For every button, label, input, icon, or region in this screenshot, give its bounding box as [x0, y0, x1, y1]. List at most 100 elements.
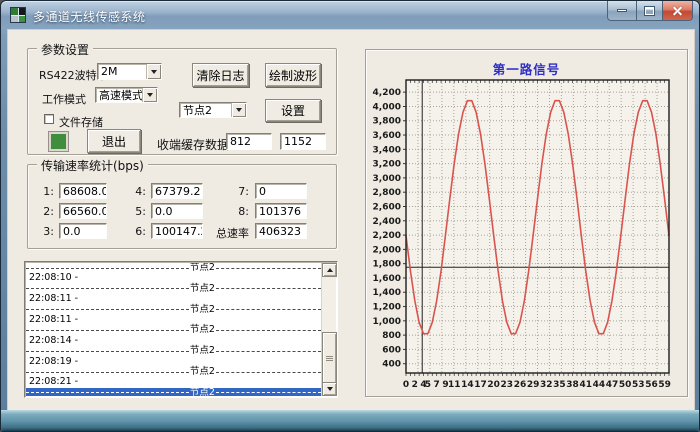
svg-text:2,600: 2,600: [373, 202, 401, 212]
dash-line: [216, 392, 321, 393]
svg-text:38: 38: [566, 380, 579, 390]
work-mode-value: 高速模式: [96, 87, 142, 103]
work-mode-combo-arrow-icon[interactable]: [142, 88, 157, 102]
baud-combo-arrow-icon[interactable]: [146, 64, 161, 79]
svg-text:35: 35: [553, 380, 566, 390]
svg-text:400: 400: [382, 360, 401, 370]
svg-text:1,600: 1,600: [373, 274, 401, 284]
log-row[interactable]: 22:08:11 -: [26, 294, 321, 304]
app-icon-square: [11, 8, 18, 15]
params-group: 参数设置 RS422波特率 2M 清除日志 绘制波形 工作模式 高速模式 节点2…: [27, 48, 337, 155]
log-node-label: 节点2: [189, 325, 216, 335]
minimize-button[interactable]: [607, 1, 637, 21]
rates-group: 传输速率统计(bps) 1:68608.02:66560.03:0.04:673…: [27, 164, 337, 249]
svg-text:56: 56: [645, 380, 658, 390]
log-row[interactable]: 22:08:19 -: [26, 357, 321, 367]
chevron-down-icon: [151, 70, 157, 74]
rates-group-title: 传输速率统计(bps): [37, 157, 148, 174]
minimize-icon: [617, 9, 627, 12]
svg-text:41: 41: [579, 380, 592, 390]
svg-text:50: 50: [619, 380, 632, 390]
svg-text:1,000: 1,000: [373, 317, 401, 327]
buffer-input-1[interactable]: 812: [226, 133, 272, 150]
log-row[interactable]: 22:08:21 -: [26, 377, 321, 387]
scrollbar-thumb[interactable]: [322, 332, 337, 384]
log-node-label: 节点2: [189, 367, 216, 377]
rate-field[interactable]: 68608.0: [59, 183, 107, 199]
rate-label: 7:: [186, 185, 249, 198]
scroll-down-button[interactable]: [322, 382, 337, 396]
rate-field[interactable]: 101376: [255, 203, 307, 219]
dash-line: [216, 288, 321, 289]
rate-field[interactable]: 0: [255, 183, 307, 199]
dash-line: [216, 372, 321, 373]
svg-text:4,200: 4,200: [373, 88, 401, 98]
maximize-icon: [645, 7, 654, 15]
app-icon-square: [19, 8, 26, 15]
app-window: 多通道无线传感系统 参数设置 RS422波特率 2M 清除日志 绘制波形 工作模…: [0, 0, 700, 432]
rate-field[interactable]: 0.0: [59, 223, 107, 239]
rate-field[interactable]: 406323: [255, 223, 307, 239]
svg-text:1,400: 1,400: [373, 288, 401, 298]
file-storage-checkbox[interactable]: [44, 114, 54, 124]
rate-label: 总速率: [186, 225, 249, 241]
node-combobox[interactable]: 节点2: [179, 102, 247, 118]
work-mode-label: 工作模式: [42, 91, 86, 107]
app-icon-square: [11, 16, 18, 23]
svg-text:1,200: 1,200: [373, 303, 401, 313]
chevron-down-icon: [236, 108, 242, 112]
dash-line: [26, 392, 189, 393]
svg-text:800: 800: [382, 331, 401, 341]
svg-text:32: 32: [540, 380, 553, 390]
dash-line: [216, 330, 321, 331]
svg-text:2,400: 2,400: [373, 217, 401, 227]
log-scrollbar[interactable]: [321, 263, 336, 396]
clear-log-button[interactable]: 清除日志: [192, 63, 249, 87]
client-area: 参数设置 RS422波特率 2M 清除日志 绘制波形 工作模式 高速模式 节点2…: [7, 29, 695, 412]
svg-text:14: 14: [461, 380, 474, 390]
exit-button[interactable]: 退出: [87, 129, 141, 153]
svg-text:2,000: 2,000: [373, 245, 401, 255]
log-node-label: 节点2: [189, 263, 216, 273]
baud-value: 2M: [98, 65, 146, 78]
titlebar[interactable]: 多通道无线传感系统: [1, 1, 699, 29]
log-row[interactable]: 22:08:14 -: [26, 336, 321, 346]
scroll-up-button[interactable]: [322, 263, 337, 277]
close-button[interactable]: [662, 1, 693, 21]
draw-wave-button[interactable]: 绘制波形: [265, 63, 321, 87]
buffer-input-2[interactable]: 1152: [280, 133, 326, 150]
maximize-button[interactable]: [637, 1, 662, 21]
rate-field[interactable]: 66560.0: [59, 203, 107, 219]
rate-label: 2:: [28, 205, 54, 218]
svg-text:5: 5: [425, 380, 431, 390]
svg-text:26: 26: [514, 380, 527, 390]
svg-text:47: 47: [606, 380, 619, 390]
rate-label: 5:: [108, 205, 146, 218]
log-listbox[interactable]: 节点222:08:10 -节点222:08:11 -节点222:08:11 -节…: [24, 261, 338, 398]
svg-text:0: 0: [403, 380, 409, 390]
rate-label: 1:: [28, 185, 54, 198]
log-row[interactable]: 22:08:11 -: [26, 315, 321, 325]
rate-label: 4:: [108, 185, 146, 198]
svg-text:3,400: 3,400: [373, 145, 401, 155]
node-combo-arrow-icon[interactable]: [231, 103, 246, 117]
grip-icon: [326, 356, 333, 361]
log-node-label: 节点2: [189, 388, 216, 396]
log-list: 节点222:08:10 -节点222:08:11 -节点222:08:11 -节…: [26, 263, 321, 396]
dash-line: [26, 351, 189, 352]
settings-button[interactable]: 设置: [265, 99, 321, 122]
svg-text:20: 20: [487, 380, 500, 390]
app-icon-square: [19, 16, 26, 23]
baud-combobox[interactable]: 2M: [97, 63, 162, 80]
dash-line: [216, 268, 321, 269]
work-mode-combobox[interactable]: 高速模式: [95, 87, 158, 103]
svg-text:2,200: 2,200: [373, 231, 401, 241]
log-row[interactable]: 节点2: [26, 346, 321, 356]
log-row-selected[interactable]: 节点2: [26, 388, 321, 396]
arrow-down-icon: [327, 387, 333, 391]
app-icon: [10, 7, 26, 23]
log-row[interactable]: 22:08:10 -: [26, 273, 321, 283]
svg-text:17: 17: [474, 380, 487, 390]
svg-text:53: 53: [632, 380, 645, 390]
svg-text:4,000: 4,000: [373, 102, 401, 112]
